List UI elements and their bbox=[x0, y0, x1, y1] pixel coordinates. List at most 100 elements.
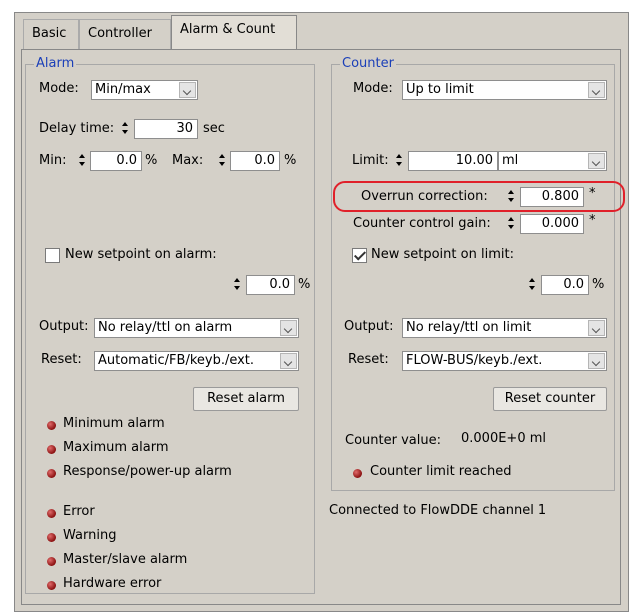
counter-mode-label: Mode: bbox=[353, 81, 393, 96]
overrun-correction-mark: * bbox=[589, 186, 596, 201]
minimum-alarm-label: Minimum alarm bbox=[63, 416, 165, 431]
new-setpoint-on-limit-label: New setpoint on limit: bbox=[371, 247, 514, 262]
min-spinner-icon[interactable] bbox=[78, 152, 87, 170]
alarm-output-label: Output: bbox=[39, 319, 89, 334]
overrun-correction-input[interactable]: 0.800 bbox=[520, 187, 584, 207]
counter-value: 0.000E+0 ml bbox=[461, 431, 547, 446]
master-slave-label: Master/slave alarm bbox=[63, 552, 188, 567]
delay-time-value: 30 bbox=[176, 121, 193, 136]
delay-spinner-icon[interactable] bbox=[121, 120, 130, 138]
new-setpoint-on-alarm-checkbox[interactable] bbox=[45, 248, 60, 263]
counter-control-gain-input[interactable]: 0.000 bbox=[520, 214, 584, 234]
counter-setpoint-input[interactable]: 0.0 bbox=[541, 275, 589, 295]
minimum-alarm-led-icon bbox=[47, 421, 56, 430]
error-led-icon bbox=[47, 509, 56, 518]
overrun-spinner-icon[interactable] bbox=[507, 188, 516, 206]
maximum-alarm-label: Maximum alarm bbox=[63, 440, 169, 455]
alarm-output-select[interactable]: No relay/ttl on alarm bbox=[94, 318, 299, 338]
alarm-reset-label: Reset: bbox=[41, 352, 82, 367]
limit-value: 10.00 bbox=[455, 153, 493, 168]
response-alarm-label: Response/power-up alarm bbox=[63, 464, 232, 479]
alarm-setpoint-value: 0.0 bbox=[269, 277, 290, 292]
reset-counter-button[interactable]: Reset counter bbox=[493, 387, 607, 411]
counter-output-value: No relay/ttl on limit bbox=[406, 320, 532, 335]
alarm-reset-value: Automatic/FB/keyb./ext. bbox=[98, 353, 255, 368]
counter-reset-value: FLOW-BUS/keyb./ext. bbox=[406, 353, 543, 368]
limit-unit-value: ml bbox=[502, 153, 519, 168]
tab-alarm-count-label: Alarm & Count bbox=[180, 22, 276, 37]
alarm-mode-value: Min/max bbox=[95, 82, 151, 97]
counter-output-select[interactable]: No relay/ttl on limit bbox=[402, 318, 607, 338]
counter-limit-reached-label: Counter limit reached bbox=[370, 464, 512, 479]
gain-spinner-icon[interactable] bbox=[507, 215, 516, 233]
counter-setpoint-unit: % bbox=[592, 277, 605, 292]
counter-output-label: Output: bbox=[344, 319, 394, 334]
new-setpoint-on-limit-checkbox[interactable] bbox=[352, 248, 367, 263]
reset-counter-button-label: Reset counter bbox=[504, 391, 596, 406]
alarm-setpoint-unit: % bbox=[298, 277, 311, 292]
min-value: 0.0 bbox=[116, 153, 137, 168]
alarm-setpoint-spinner-icon[interactable] bbox=[233, 276, 242, 294]
counter-value-label: Counter value: bbox=[345, 433, 441, 448]
alarm-count-dialog: Basic Controller Alarm & Count Alarm Mod… bbox=[14, 12, 629, 612]
max-label: Max: bbox=[172, 153, 204, 168]
counter-reset-label: Reset: bbox=[348, 352, 389, 367]
chevron-down-icon[interactable] bbox=[588, 353, 605, 369]
max-spinner-icon[interactable] bbox=[218, 152, 227, 170]
tab-alarm-count[interactable]: Alarm & Count bbox=[171, 15, 297, 50]
warning-label: Warning bbox=[63, 528, 117, 543]
alarm-setpoint-input[interactable]: 0.0 bbox=[246, 275, 295, 295]
limit-unit-select[interactable]: ml bbox=[498, 151, 607, 171]
alarm-reset-select[interactable]: Automatic/FB/keyb./ext. bbox=[94, 351, 299, 371]
counter-setpoint-value: 0.0 bbox=[563, 277, 584, 292]
alarm-mode-label: Mode: bbox=[39, 81, 79, 96]
warning-led-icon bbox=[47, 533, 56, 542]
response-alarm-led-icon bbox=[47, 469, 56, 478]
error-label: Error bbox=[63, 504, 95, 519]
chevron-down-icon[interactable] bbox=[179, 82, 196, 98]
counter-limit-led-icon bbox=[353, 469, 362, 478]
delay-time-unit: sec bbox=[203, 121, 225, 136]
alarm-output-value: No relay/ttl on alarm bbox=[98, 320, 233, 335]
master-slave-led-icon bbox=[47, 557, 56, 566]
tab-controller-label: Controller bbox=[88, 26, 152, 41]
min-unit: % bbox=[145, 153, 158, 168]
chevron-down-icon[interactable] bbox=[280, 320, 297, 336]
reset-alarm-button[interactable]: Reset alarm bbox=[193, 387, 299, 411]
hardware-error-label: Hardware error bbox=[63, 576, 162, 591]
reset-alarm-button-label: Reset alarm bbox=[207, 391, 285, 406]
hardware-error-led-icon bbox=[47, 581, 56, 590]
counter-control-gain-mark: * bbox=[589, 213, 596, 228]
counter-group-title: Counter bbox=[340, 56, 396, 71]
max-value: 0.0 bbox=[254, 153, 275, 168]
counter-control-gain-label: Counter control gain: bbox=[353, 216, 491, 231]
chevron-down-icon[interactable] bbox=[280, 353, 297, 369]
counter-mode-value: Up to limit bbox=[406, 82, 474, 97]
tab-controller[interactable]: Controller bbox=[79, 19, 171, 49]
chevron-down-icon[interactable] bbox=[588, 320, 605, 336]
counter-setpoint-spinner-icon[interactable] bbox=[528, 276, 537, 294]
counter-mode-select[interactable]: Up to limit bbox=[402, 80, 607, 100]
max-unit: % bbox=[284, 153, 297, 168]
counter-control-gain-value: 0.000 bbox=[541, 216, 579, 231]
tab-basic[interactable]: Basic bbox=[23, 19, 79, 49]
overrun-correction-label: Overrun correction: bbox=[361, 189, 488, 204]
min-input[interactable]: 0.0 bbox=[90, 151, 142, 171]
connection-status: Connected to FlowDDE channel 1 bbox=[329, 503, 547, 518]
overrun-correction-value: 0.800 bbox=[541, 189, 579, 204]
max-input[interactable]: 0.0 bbox=[230, 151, 280, 171]
chevron-down-icon[interactable] bbox=[588, 82, 605, 98]
delay-time-label: Delay time: bbox=[39, 121, 115, 136]
alarm-group-title: Alarm bbox=[34, 56, 77, 71]
limit-label: Limit: bbox=[352, 153, 389, 168]
counter-reset-select[interactable]: FLOW-BUS/keyb./ext. bbox=[402, 351, 607, 371]
delay-time-input[interactable]: 30 bbox=[134, 119, 198, 139]
min-label: Min: bbox=[39, 153, 67, 168]
new-setpoint-on-alarm-label: New setpoint on alarm: bbox=[65, 247, 217, 262]
maximum-alarm-led-icon bbox=[47, 445, 56, 454]
alarm-mode-select[interactable]: Min/max bbox=[91, 80, 198, 100]
limit-spinner-icon[interactable] bbox=[395, 152, 404, 170]
limit-input[interactable]: 10.00 bbox=[408, 151, 498, 171]
chevron-down-icon[interactable] bbox=[588, 153, 605, 169]
tab-basic-label: Basic bbox=[32, 26, 67, 41]
